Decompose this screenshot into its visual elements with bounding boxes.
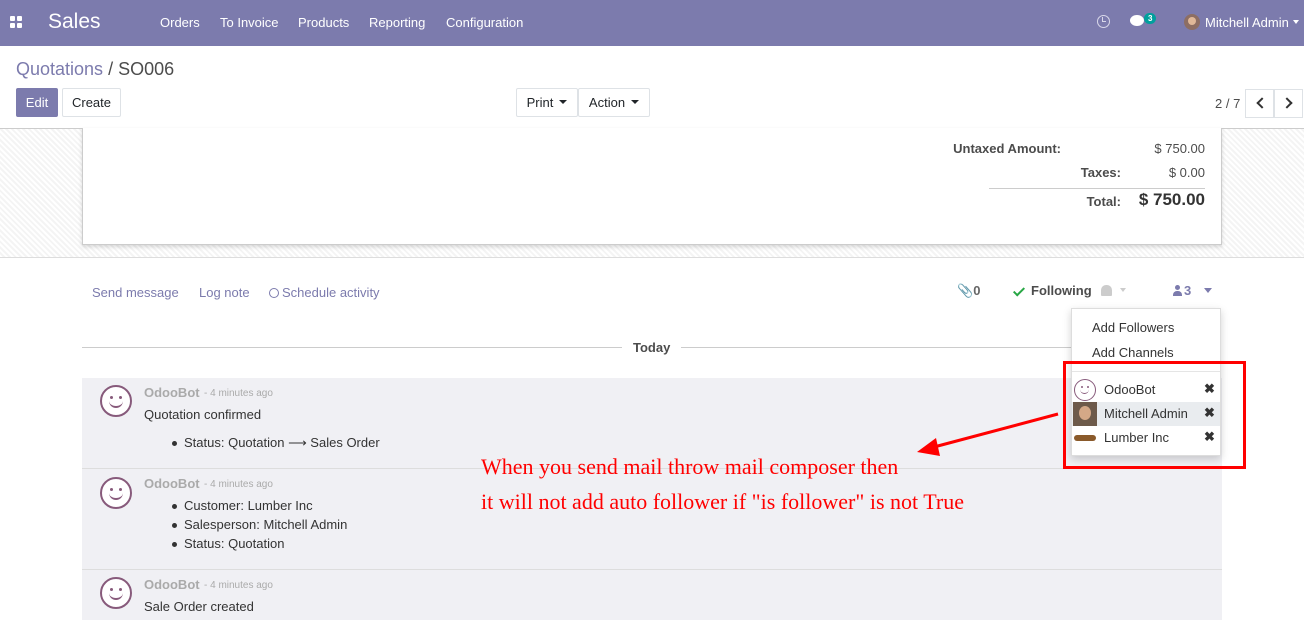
annotation-text-line2: it will not add auto follower if "is fol… [481, 489, 964, 514]
annotation-text-line1: When you send mail throw mail composer t… [481, 454, 899, 479]
annotation-arrow [917, 412, 1059, 456]
